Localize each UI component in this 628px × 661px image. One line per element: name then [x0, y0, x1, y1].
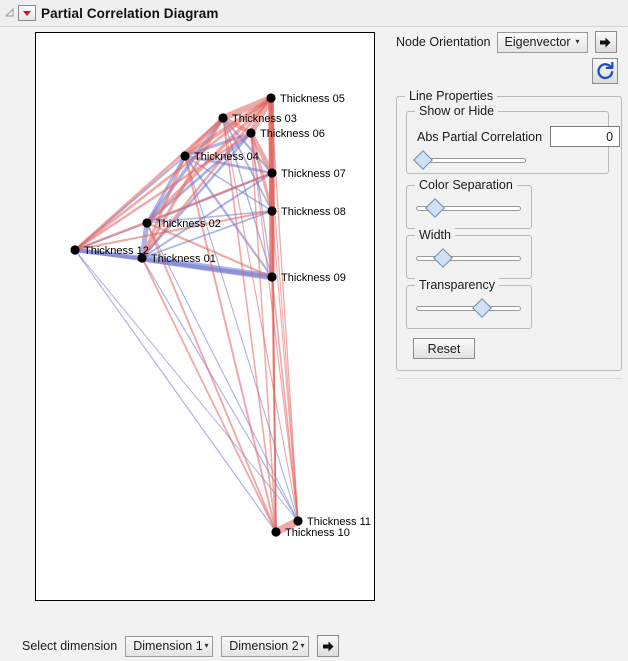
node-dot[interactable]: [246, 128, 256, 138]
refresh-button[interactable]: [592, 58, 618, 84]
color-separation-slider[interactable]: [416, 198, 521, 218]
node-dot[interactable]: [271, 527, 281, 537]
abs-partial-correlation-value: 0: [606, 129, 614, 144]
node-label: Thickness 02: [156, 218, 221, 230]
reset-button[interactable]: Reset: [413, 338, 475, 359]
color-separation-group: Color Separation: [406, 178, 532, 229]
nodes-layer: Thickness 05Thickness 03Thickness 06Thic…: [70, 93, 371, 539]
node-dot[interactable]: [137, 253, 147, 263]
node-orientation-row: Node Orientation Eigenvector ▾: [396, 30, 622, 54]
node-orientation-apply-button[interactable]: [594, 31, 617, 53]
slider-thumb[interactable]: [472, 298, 493, 318]
transparency-slider[interactable]: [416, 298, 521, 318]
right-arrow-icon: [600, 37, 611, 47]
color-separation-title: Color Separation: [415, 178, 517, 192]
node-label: Thickness 06: [260, 128, 325, 140]
chevron-down-icon: ▾: [300, 641, 305, 650]
width-slider[interactable]: [416, 248, 521, 268]
slider-thumb[interactable]: [424, 198, 445, 218]
node-dot[interactable]: [180, 151, 190, 161]
slider-thumb[interactable]: [413, 150, 433, 170]
node-label: Thickness 05: [280, 93, 345, 105]
line-properties-group: Line Properties Show or Hide Abs Partial…: [396, 89, 622, 371]
partial-correlation-plot[interactable]: Thickness 05 Thickness 03 Thickness 06 Thic…: [35, 32, 375, 601]
abs-partial-correlation-label: Abs Partial Correlation: [417, 129, 543, 144]
node-dot[interactable]: [218, 113, 228, 123]
dimension-2-value: Dimension 2: [229, 639, 299, 653]
network-node[interactable]: Thickness 07: [267, 168, 346, 180]
show-or-hide-group: Show or Hide Abs Partial Correlation 0: [406, 104, 621, 174]
show-or-hide-title: Show or Hide: [415, 104, 499, 118]
node-label: Thickness 10: [285, 527, 350, 539]
right-control-panel: Node Orientation Eigenvector ▾ Line Prop…: [396, 30, 622, 371]
page-title: Partial Correlation Diagram: [41, 5, 219, 21]
node-dot[interactable]: [142, 218, 152, 228]
line-properties-title: Line Properties: [405, 89, 498, 103]
node-label: Thickness 04: [194, 151, 259, 163]
select-dimension-label: Select dimension: [22, 639, 118, 653]
dimension-apply-button[interactable]: [317, 635, 340, 657]
node-dot[interactable]: [266, 93, 276, 103]
node-label: Thickness 09: [281, 272, 346, 284]
node-label: Thickness 01: [151, 253, 216, 265]
transparency-group: Transparency: [406, 278, 532, 329]
abs-partial-correlation-slider[interactable]: [413, 150, 526, 170]
dimension-1-select[interactable]: Dimension 1 ▾: [125, 635, 214, 657]
abs-partial-correlation-input[interactable]: 0: [550, 126, 621, 147]
panel-divider: [396, 378, 622, 379]
network-edge: [74, 249, 299, 522]
width-title: Width: [415, 228, 455, 242]
node-orientation-select[interactable]: Eigenvector ▾: [496, 31, 588, 53]
chevron-down-icon: ▾: [204, 641, 209, 650]
bottom-control-bar: Select dimension Dimension 1 ▾ Dimension…: [22, 635, 340, 657]
node-label: Thickness 08: [281, 206, 346, 218]
node-label: Thickness 07: [281, 168, 346, 180]
refresh-circular-arrow-icon: [596, 61, 613, 79]
right-arrow-icon: [322, 641, 334, 651]
red-triangle-down-icon: [23, 10, 31, 16]
network-edge: [141, 257, 277, 533]
edges-layer: [74, 95, 300, 536]
slider-thumb[interactable]: [433, 248, 453, 268]
network-node[interactable]: Thickness 05: [266, 93, 345, 105]
node-orientation-label: Node Orientation: [396, 35, 491, 49]
node-orientation-value: Eigenvector: [504, 35, 571, 49]
panel-title-bar: Partial Correlation Diagram: [0, 0, 628, 27]
chevron-down-icon: ▾: [575, 37, 580, 46]
node-dot[interactable]: [70, 245, 80, 255]
node-dot[interactable]: [293, 516, 303, 526]
width-group: Width: [406, 228, 532, 279]
slider-track: [416, 256, 521, 261]
node-label: Thickness 03: [232, 113, 297, 125]
node-dot[interactable]: [267, 206, 277, 216]
dimension-1-value: Dimension 1: [133, 639, 203, 653]
node-dot[interactable]: [267, 168, 277, 178]
outline-corner-icon: [4, 7, 16, 19]
network-node[interactable]: Thickness 06: [246, 128, 325, 140]
slider-track: [416, 306, 521, 311]
transparency-title: Transparency: [415, 278, 499, 292]
disclosure-triangle-button[interactable]: [18, 5, 36, 21]
node-dot[interactable]: [267, 272, 277, 282]
dimension-2-select[interactable]: Dimension 2 ▾: [221, 635, 310, 657]
correlation-network-svg: Thickness 05Thickness 03Thickness 06Thic…: [70, 93, 371, 539]
